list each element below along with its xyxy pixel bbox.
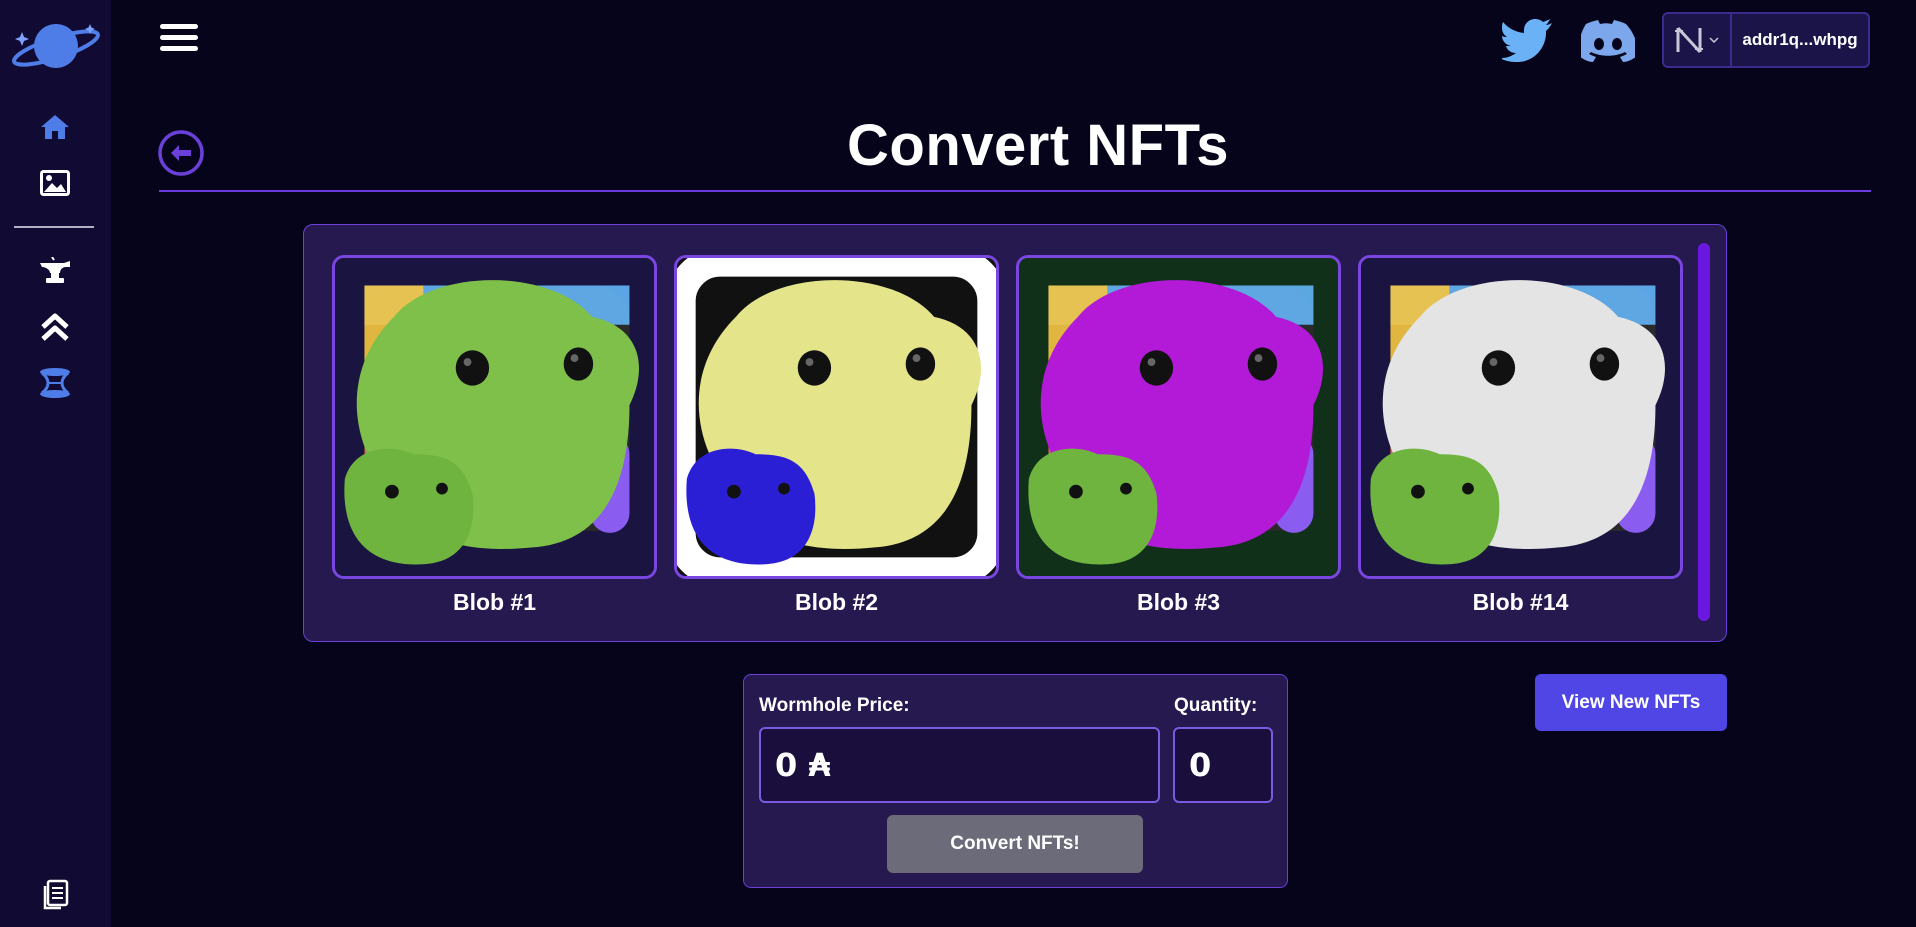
wormhole-price-label: Wormhole Price:: [759, 695, 910, 716]
wormhole-price-field[interactable]: 0 ₳: [759, 727, 1160, 803]
nft-image[interactable]: [1016, 255, 1341, 579]
nft-card[interactable]: Blob #14: [1358, 255, 1683, 616]
nft-card[interactable]: Blob #3: [1016, 255, 1341, 616]
nft-image[interactable]: [1358, 255, 1683, 579]
quantity-field[interactable]: 0: [1173, 727, 1273, 803]
quantity-label: Quantity:: [1174, 695, 1258, 716]
convert-panel: Wormhole Price: Quantity: 0 ₳ 0 Convert …: [743, 674, 1288, 888]
nft-card[interactable]: Blob #1: [332, 255, 657, 616]
nft-name: Blob #1: [452, 589, 537, 615]
chevron-down-icon: [1709, 37, 1719, 43]
upgrade-chevrons-icon[interactable]: [36, 310, 74, 344]
wallet-address: addr1q...whpg: [1742, 30, 1858, 49]
twitter-icon[interactable]: [1500, 18, 1554, 62]
documents-icon[interactable]: [36, 878, 74, 912]
page-title: Convert NFTs: [847, 113, 1229, 178]
top-bar: addr1q...whpg: [111, 0, 1916, 82]
nft-image[interactable]: [674, 255, 999, 579]
hamburger-icon[interactable]: [160, 24, 198, 56]
nft-name: Blob #2: [794, 589, 879, 615]
nft-card[interactable]: Blob #2: [674, 255, 999, 616]
discord-icon[interactable]: [1578, 20, 1638, 62]
title-divider: [159, 190, 1871, 192]
convert-nfts-button[interactable]: Convert NFTs!: [887, 815, 1143, 873]
nft-image[interactable]: [332, 255, 657, 579]
gallery-scrollbar[interactable]: [1698, 243, 1710, 621]
nami-icon: [1664, 14, 1732, 66]
planet-logo-icon[interactable]: [10, 18, 102, 72]
nft-gallery: Blob #1 Blob #2 Blob #3 Blob #14: [303, 224, 1727, 642]
wallet-button[interactable]: addr1q...whpg: [1662, 12, 1870, 68]
wormhole-icon[interactable]: [36, 366, 74, 400]
view-new-nfts-button[interactable]: View New NFTs: [1535, 674, 1727, 731]
anvil-icon[interactable]: [36, 254, 74, 288]
nft-name: Blob #14: [1472, 589, 1569, 615]
nft-name: Blob #3: [1136, 589, 1221, 615]
sidebar-divider: [14, 226, 94, 228]
